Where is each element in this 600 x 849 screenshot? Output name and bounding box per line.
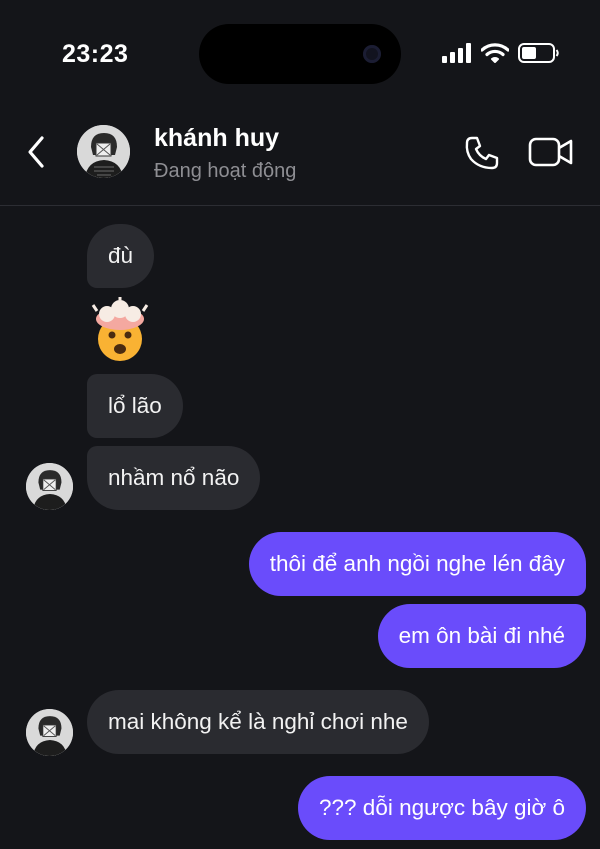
contact-avatar-small xyxy=(26,463,73,510)
avatar-photo xyxy=(26,463,73,510)
message-bubble-outgoing[interactable]: thôi để anh ngồi nghe lén đây xyxy=(248,532,586,596)
avatar-photo xyxy=(26,709,73,756)
message-bubble-outgoing[interactable]: ??? dỗi ngược bây giờ ô xyxy=(298,776,586,840)
dynamic-island xyxy=(199,24,401,84)
message-bubble-incoming[interactable]: mai không kể là nghỉ chơi nhe xyxy=(87,690,429,754)
avatar-photo xyxy=(77,125,130,178)
contact-avatar[interactable] xyxy=(77,125,130,178)
exploding-head-emoji-icon[interactable] xyxy=(87,297,153,363)
signal-icon xyxy=(442,43,471,63)
video-call-icon[interactable] xyxy=(528,135,574,169)
status-time: 23:23 xyxy=(62,40,129,68)
header-divider xyxy=(0,205,600,206)
message-bubble-incoming[interactable]: nhầm nổ não xyxy=(87,446,261,510)
contact-avatar-small xyxy=(26,709,73,756)
message-bubble-incoming[interactable]: lổ lão xyxy=(87,374,183,438)
presence-status: Đang hoạt động xyxy=(154,160,297,182)
battery-icon xyxy=(518,43,559,63)
back-chevron-icon[interactable] xyxy=(22,134,52,170)
wifi-icon xyxy=(481,43,509,63)
message-bubble-outgoing[interactable]: em ôn bài đi nhé xyxy=(377,604,586,668)
status-icons xyxy=(442,42,560,64)
camera-icon xyxy=(363,45,381,63)
message-bubble-incoming[interactable]: đù xyxy=(87,224,155,288)
phone-call-icon[interactable] xyxy=(464,135,500,171)
contact-name[interactable]: khánh huy xyxy=(154,124,279,153)
